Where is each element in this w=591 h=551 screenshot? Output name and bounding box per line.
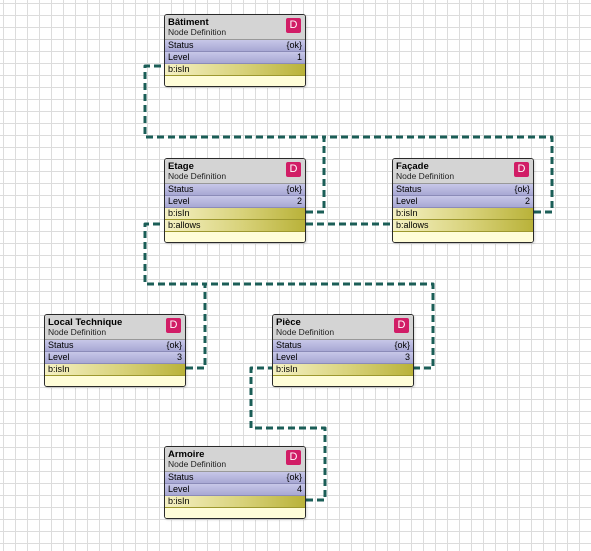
node-armoire[interactable]: Armoire Node Definition D Status {ok} Le…	[164, 446, 306, 519]
relation-label: b:isIn	[276, 364, 298, 374]
property-row-level[interactable]: Level 2	[393, 196, 533, 208]
property-label: Status	[168, 40, 194, 50]
node-footer	[165, 232, 305, 242]
node-footer	[165, 508, 305, 518]
property-value: 2	[524, 196, 530, 206]
relation-label: b:isIn	[168, 496, 190, 506]
node-header: Pièce Node Definition D	[273, 315, 413, 340]
node-subtitle: Node Definition	[168, 27, 227, 37]
definition-badge-icon: D	[286, 162, 301, 177]
relation-port-allows[interactable]: b:allows	[393, 220, 533, 232]
node-subtitle: Node Definition	[48, 327, 107, 337]
property-value: 3	[404, 352, 410, 362]
relation-port-allows[interactable]: b:allows	[165, 220, 305, 232]
definition-badge-icon: D	[394, 318, 409, 333]
relation-port-isin[interactable]: b:isIn	[393, 208, 533, 220]
definition-badge-icon: D	[514, 162, 529, 177]
property-value: {ok}	[514, 184, 530, 194]
property-label: Status	[168, 184, 194, 194]
property-value: 1	[296, 52, 302, 62]
node-piece[interactable]: Pièce Node Definition D Status {ok} Leve…	[272, 314, 414, 387]
relation-label: b:allows	[396, 220, 429, 230]
relation-port-isin[interactable]: b:isIn	[273, 364, 413, 376]
property-value: {ok}	[166, 340, 182, 350]
property-row-status[interactable]: Status {ok}	[165, 472, 305, 484]
node-subtitle: Node Definition	[168, 171, 227, 181]
property-label: Level	[168, 196, 190, 206]
property-row-status[interactable]: Status {ok}	[393, 184, 533, 196]
node-local-technique[interactable]: Local Technique Node Definition D Status…	[44, 314, 186, 387]
definition-badge-icon: D	[286, 450, 301, 465]
relation-label: b:isIn	[168, 208, 190, 218]
node-header: Local Technique Node Definition D	[45, 315, 185, 340]
node-footer	[273, 376, 413, 386]
node-facade[interactable]: Façade Node Definition D Status {ok} Lev…	[392, 158, 534, 243]
node-footer	[45, 376, 185, 386]
property-label: Status	[168, 472, 194, 482]
property-label: Level	[168, 52, 190, 62]
node-header: Façade Node Definition D	[393, 159, 533, 184]
property-row-level[interactable]: Level 3	[273, 352, 413, 364]
property-value: 4	[296, 484, 302, 494]
node-etage[interactable]: Etage Node Definition D Status {ok} Leve…	[164, 158, 306, 243]
property-label: Status	[48, 340, 74, 350]
definition-badge-icon: D	[166, 318, 181, 333]
node-subtitle: Node Definition	[396, 171, 455, 181]
relation-port-isin[interactable]: b:isIn	[45, 364, 185, 376]
node-subtitle: Node Definition	[276, 327, 335, 337]
relation-label: b:isIn	[48, 364, 70, 374]
property-label: Level	[396, 196, 418, 206]
property-value: 2	[296, 196, 302, 206]
property-row-status[interactable]: Status {ok}	[165, 184, 305, 196]
node-header: Armoire Node Definition D	[165, 447, 305, 472]
property-label: Status	[276, 340, 302, 350]
property-label: Level	[276, 352, 298, 362]
property-row-status[interactable]: Status {ok}	[45, 340, 185, 352]
node-subtitle: Node Definition	[168, 459, 227, 469]
relation-port-isin[interactable]: b:isIn	[165, 208, 305, 220]
relation-port-isin[interactable]: b:isIn	[165, 64, 305, 76]
property-row-level[interactable]: Level 2	[165, 196, 305, 208]
definition-badge-icon: D	[286, 18, 301, 33]
property-row-status[interactable]: Status {ok}	[273, 340, 413, 352]
property-row-level[interactable]: Level 3	[45, 352, 185, 364]
property-label: Level	[168, 484, 190, 494]
property-value: {ok}	[394, 340, 410, 350]
relation-label: b:isIn	[168, 64, 190, 74]
property-value: 3	[176, 352, 182, 362]
node-footer	[165, 76, 305, 86]
node-batiment[interactable]: Bâtiment Node Definition D Status {ok} L…	[164, 14, 306, 87]
node-header: Bâtiment Node Definition D	[165, 15, 305, 40]
property-value: {ok}	[286, 184, 302, 194]
node-footer	[393, 232, 533, 242]
property-value: {ok}	[286, 472, 302, 482]
property-label: Status	[396, 184, 422, 194]
node-header: Etage Node Definition D	[165, 159, 305, 184]
property-row-level[interactable]: Level 4	[165, 484, 305, 496]
property-row-level[interactable]: Level 1	[165, 52, 305, 64]
property-row-status[interactable]: Status {ok}	[165, 40, 305, 52]
property-label: Level	[48, 352, 70, 362]
property-value: {ok}	[286, 40, 302, 50]
relation-label: b:isIn	[396, 208, 418, 218]
relation-label: b:allows	[168, 220, 201, 230]
relation-port-isin[interactable]: b:isIn	[165, 496, 305, 508]
